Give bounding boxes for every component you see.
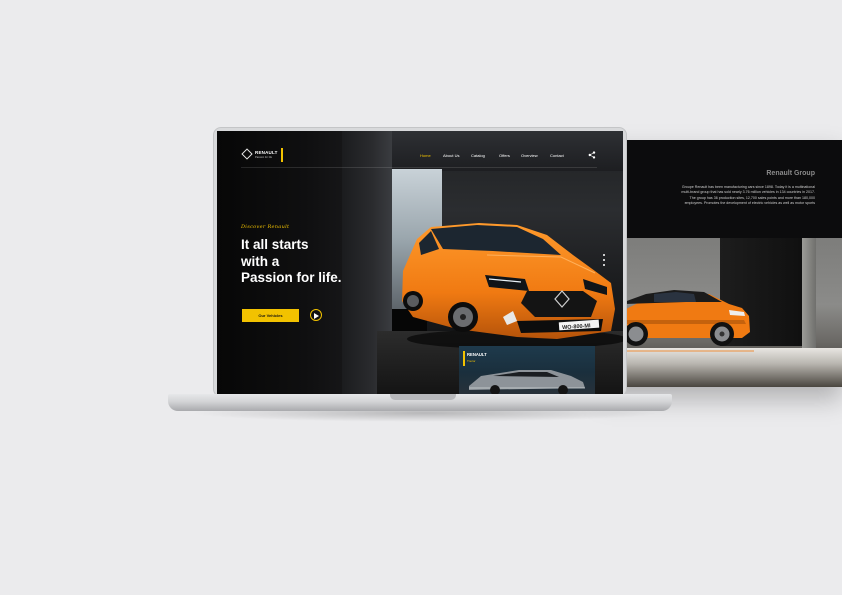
renault-logo-icon: [241, 148, 253, 160]
website-screen: WO-800-MI RENAULT Passion for life Home …: [217, 131, 623, 394]
concept-car-image: [469, 370, 585, 394]
our-vehicles-button[interactable]: Our Vehicles: [242, 309, 299, 322]
featured-car-card[interactable]: RENAULT Trezor: [459, 346, 595, 394]
brand-name: RENAULT: [255, 150, 278, 155]
laptop-notch: [390, 394, 456, 400]
hero-tagline: Discover Renault: [241, 224, 290, 230]
headline-line: with a: [241, 253, 280, 269]
logo-divider: [281, 148, 283, 162]
about-body-text: Groupe Renault has been manufacturing ca…: [681, 185, 815, 206]
nav-divider: [241, 167, 597, 168]
side-car-image: [624, 290, 754, 352]
nav-item-contact[interactable]: Contact: [550, 153, 564, 158]
play-icon: [314, 312, 319, 319]
nav-item-overview[interactable]: Overview: [521, 153, 538, 158]
brand-tagline: Passion for life: [255, 156, 273, 159]
nav-item-offers[interactable]: Offers: [499, 153, 510, 158]
hero-headline: It all starts with a Passion for life.: [241, 237, 391, 287]
headline-line: It all starts: [241, 237, 309, 252]
about-title: Renault Group: [766, 170, 815, 177]
headline-line: Passion for life.: [241, 270, 342, 285]
play-video-button[interactable]: [310, 309, 322, 321]
share-icon[interactable]: [588, 151, 596, 159]
nav-item-about[interactable]: About Us: [443, 153, 459, 158]
car-side-photo: [624, 238, 842, 387]
about-page-preview: Renault Group Groupe Renault has been ma…: [600, 140, 842, 387]
nav-item-home[interactable]: Home: [420, 153, 431, 158]
slider-dots[interactable]: [603, 254, 606, 274]
nav-item-catalog[interactable]: Catalog: [471, 153, 485, 158]
brand-logo[interactable]: RENAULT Passion for life: [241, 148, 285, 162]
